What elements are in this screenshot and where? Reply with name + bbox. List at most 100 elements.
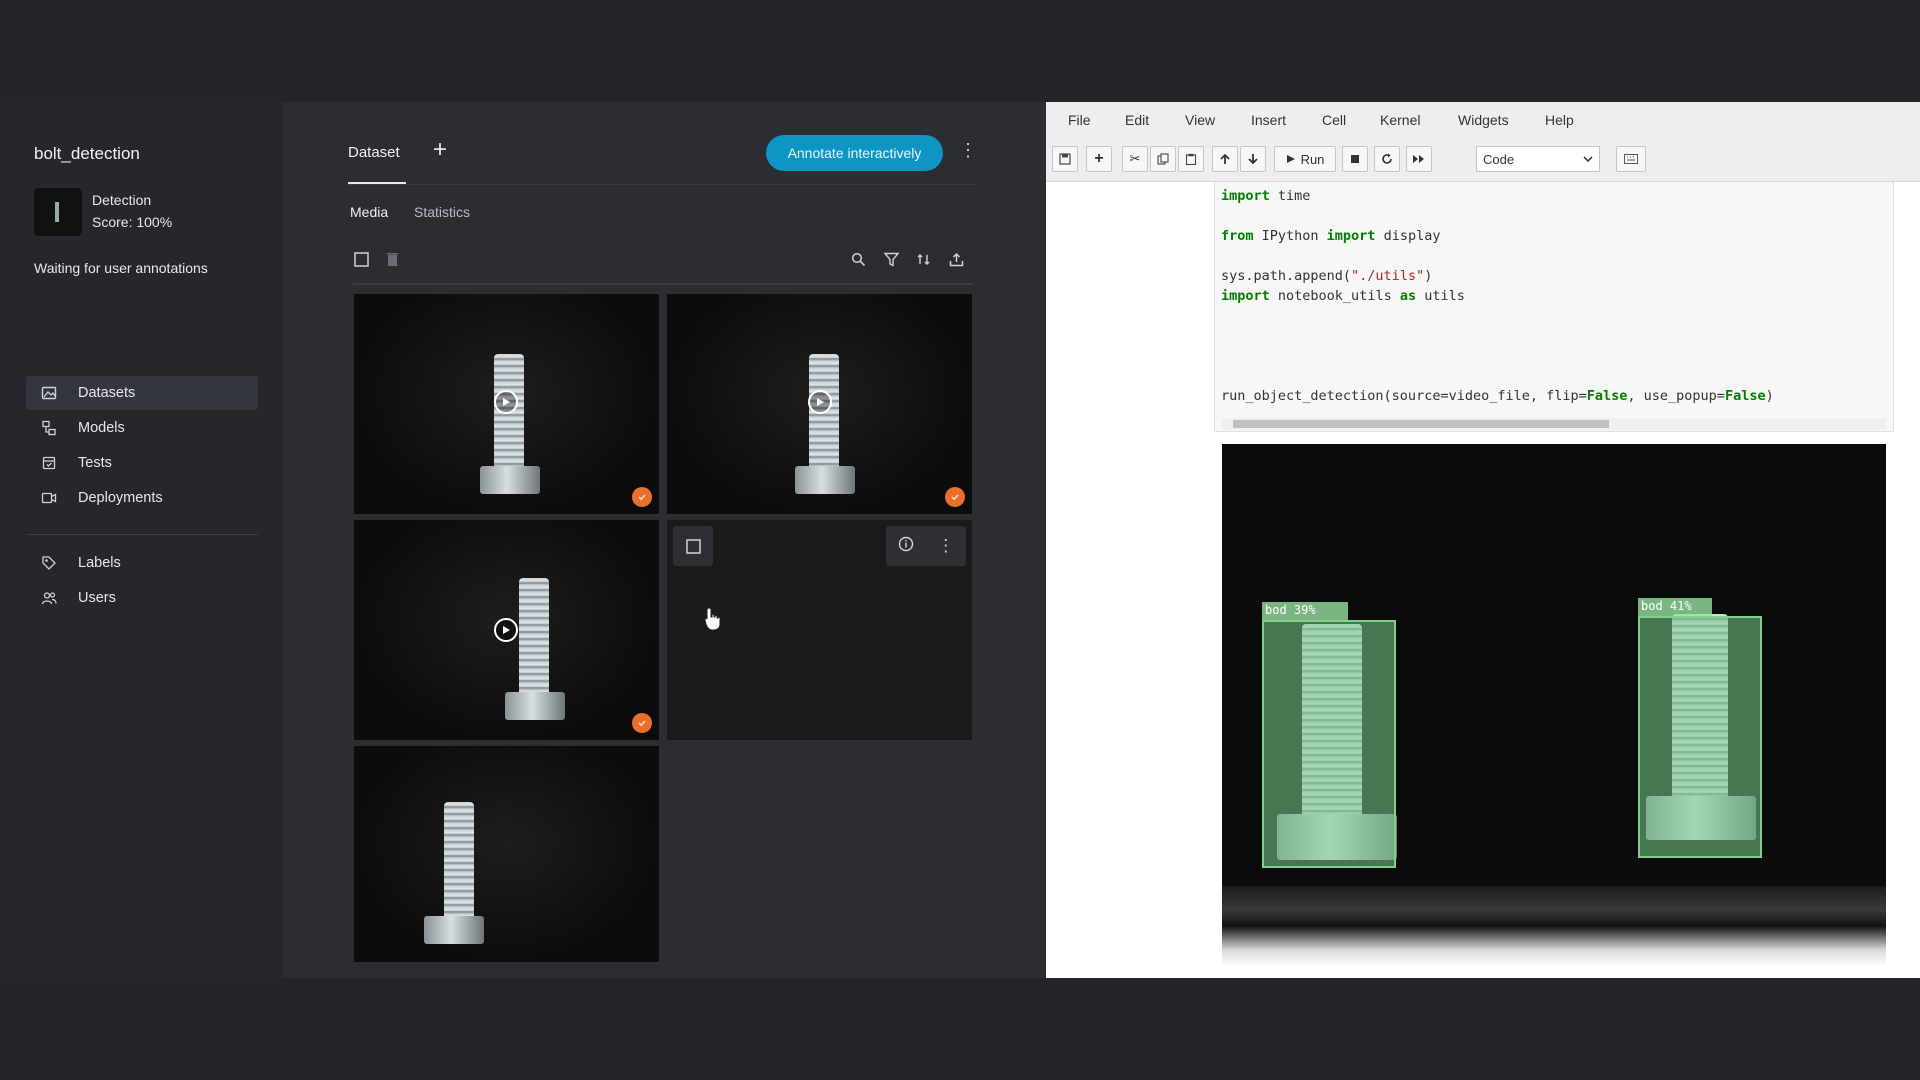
users-icon — [40, 589, 58, 607]
dataset-panel: Dataset + Annotate interactively ⋮ Media… — [283, 102, 1046, 978]
copy-icon[interactable] — [1150, 146, 1176, 172]
paste-icon[interactable] — [1178, 146, 1204, 172]
insert-cell-icon[interactable]: + — [1086, 146, 1112, 172]
cell-type-select[interactable]: Code — [1476, 146, 1600, 172]
run-button[interactable]: Run — [1274, 146, 1336, 172]
info-icon[interactable] — [898, 536, 914, 557]
media-tile[interactable] — [354, 520, 659, 740]
image-icon — [40, 384, 58, 402]
bolt-image — [494, 354, 524, 474]
annotate-interactively-button[interactable]: Annotate interactively — [766, 135, 943, 171]
sidebar-item-label: Tests — [78, 455, 112, 471]
mouse-cursor-icon — [703, 606, 723, 637]
code-line: import notebook_utils as utils — [1221, 288, 1465, 304]
sidebar-divider — [26, 534, 258, 535]
cut-icon[interactable]: ✂ — [1122, 146, 1148, 172]
delete-icon[interactable] — [383, 250, 401, 268]
deployments-icon — [40, 489, 58, 507]
detection-label: bod 39% — [1262, 602, 1348, 620]
sidebar-item-label: Deployments — [78, 490, 163, 506]
sort-icon[interactable] — [914, 250, 932, 268]
menu-kernel[interactable]: Kernel — [1380, 112, 1420, 128]
tile-select-checkbox[interactable] — [673, 526, 713, 566]
tab-dataset[interactable]: Dataset — [348, 144, 400, 161]
tab-divider — [348, 184, 978, 185]
bolt-image — [519, 578, 549, 698]
sidebar-item-datasets[interactable]: Datasets — [26, 376, 258, 410]
detection-output-frame: bod 39% bod 41% — [1222, 444, 1886, 966]
media-tile[interactable] — [354, 294, 659, 514]
jupyter-notebook: File Edit View Insert Cell Kernel Widget… — [1046, 102, 1920, 978]
tile-more-icon[interactable]: ⋮ — [937, 536, 954, 556]
annotation-status-badge — [632, 487, 652, 507]
media-tile[interactable] — [667, 294, 972, 514]
play-icon[interactable] — [808, 390, 832, 414]
run-icon — [1286, 155, 1295, 163]
project-status: Waiting for user annotations — [34, 260, 208, 276]
annotation-status-badge — [945, 487, 965, 507]
project-task: Detection — [92, 192, 152, 208]
menu-help[interactable]: Help — [1545, 112, 1574, 128]
sidebar-item-labels[interactable]: Labels — [26, 546, 258, 580]
menu-cell[interactable]: Cell — [1322, 112, 1346, 128]
more-options-icon[interactable]: ⋮ — [959, 140, 977, 161]
models-icon — [40, 419, 58, 437]
sidebar-item-label: Datasets — [78, 385, 136, 401]
notebook-toolbar: + ✂ Run Code — [1046, 138, 1920, 182]
filter-icon[interactable] — [882, 250, 900, 268]
bolt-image — [809, 354, 839, 474]
upload-icon[interactable] — [947, 250, 965, 268]
menu-file[interactable]: File — [1068, 112, 1091, 128]
select-all-checkbox[interactable] — [352, 250, 370, 268]
project-thumbnail — [34, 188, 82, 236]
tab-statistics[interactable]: Statistics — [414, 204, 470, 220]
detection-box — [1262, 620, 1396, 868]
horizontal-scrollbar[interactable] — [1221, 418, 1885, 430]
tests-icon — [40, 454, 58, 472]
detection-label: bod 41% — [1638, 598, 1712, 616]
menu-bar: File Edit View Insert Cell Kernel Widget… — [1046, 102, 1920, 138]
labels-icon — [40, 554, 58, 572]
detection-box — [1638, 616, 1762, 858]
menu-edit[interactable]: Edit — [1125, 112, 1149, 128]
scrollbar-thumb[interactable] — [1233, 420, 1609, 428]
menu-widgets[interactable]: Widgets — [1458, 112, 1509, 128]
tab-media[interactable]: Media — [350, 204, 388, 220]
keyboard-icon[interactable] — [1616, 146, 1646, 172]
add-dataset-button[interactable]: + — [433, 136, 447, 164]
play-icon[interactable] — [494, 390, 518, 414]
code-cell[interactable]: import time from IPython import display … — [1214, 182, 1894, 432]
code-line: from IPython import display — [1221, 228, 1441, 244]
toolbar-divider — [353, 283, 973, 285]
conveyor-belt — [1222, 886, 1886, 966]
annotation-status-badge — [632, 713, 652, 733]
restart-run-all-icon[interactable] — [1406, 146, 1432, 172]
chevron-down-icon — [1583, 156, 1593, 163]
menu-insert[interactable]: Insert — [1251, 112, 1286, 128]
save-icon[interactable] — [1052, 146, 1078, 172]
menu-view[interactable]: View — [1185, 112, 1215, 128]
code-line: run_object_detection(source=video_file, … — [1221, 388, 1774, 404]
media-tile[interactable] — [354, 746, 659, 962]
move-down-icon[interactable] — [1240, 146, 1266, 172]
sidebar-item-label: Models — [78, 420, 125, 436]
sidebar-item-label: Users — [78, 590, 116, 606]
code-line: sys.path.append("./utils") — [1221, 268, 1433, 284]
sidebar: bolt_detection Detection Score: 100% Wai… — [0, 102, 283, 978]
sidebar-item-users[interactable]: Users — [26, 581, 258, 615]
code-line: import time — [1221, 188, 1311, 204]
sidebar-item-deployments[interactable]: Deployments — [26, 481, 258, 515]
bolt-image — [444, 802, 474, 922]
move-up-icon[interactable] — [1212, 146, 1238, 172]
sidebar-item-tests[interactable]: Tests — [26, 446, 258, 480]
sidebar-item-label: Labels — [78, 555, 121, 571]
annotation-app: bolt_detection Detection Score: 100% Wai… — [0, 102, 1046, 978]
restart-kernel-icon[interactable] — [1374, 146, 1400, 172]
sidebar-item-models[interactable]: Models — [26, 411, 258, 445]
project-name: bolt_detection — [34, 144, 140, 163]
interrupt-kernel-icon[interactable] — [1342, 146, 1368, 172]
search-icon[interactable] — [849, 250, 867, 268]
media-tile-hovered[interactable]: ⋮ — [667, 520, 972, 740]
project-score: Score: 100% — [92, 214, 173, 230]
play-icon[interactable] — [494, 618, 518, 642]
